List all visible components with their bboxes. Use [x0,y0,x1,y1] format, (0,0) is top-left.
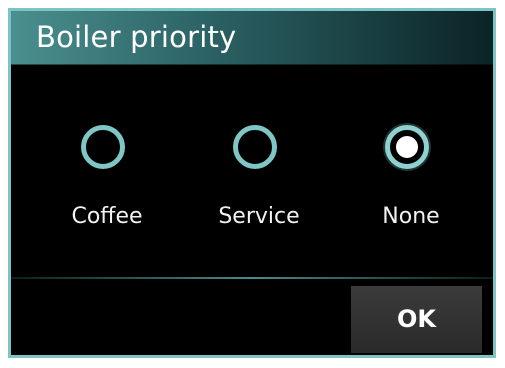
ok-button[interactable]: OK [351,286,482,353]
radio-selected-icon[interactable] [385,125,429,169]
dialog-title: Boiler priority [36,20,237,54]
option-none[interactable]: None [341,65,481,277]
footer-divider [11,277,493,279]
option-service[interactable]: Service [189,65,329,277]
radio-unselected-icon[interactable] [233,125,277,169]
option-label-service: Service [218,204,300,229]
option-label-coffee: Coffee [71,204,143,229]
radio-selected-dot [396,136,418,158]
priority-options: Coffee Service None [11,65,493,277]
radio-unselected-icon[interactable] [81,125,125,169]
boiler-priority-dialog: Boiler priority Coffee Service None OK [8,8,496,358]
title-bar: Boiler priority [11,11,493,65]
option-coffee[interactable]: Coffee [37,65,177,277]
option-label-none: None [382,204,440,229]
